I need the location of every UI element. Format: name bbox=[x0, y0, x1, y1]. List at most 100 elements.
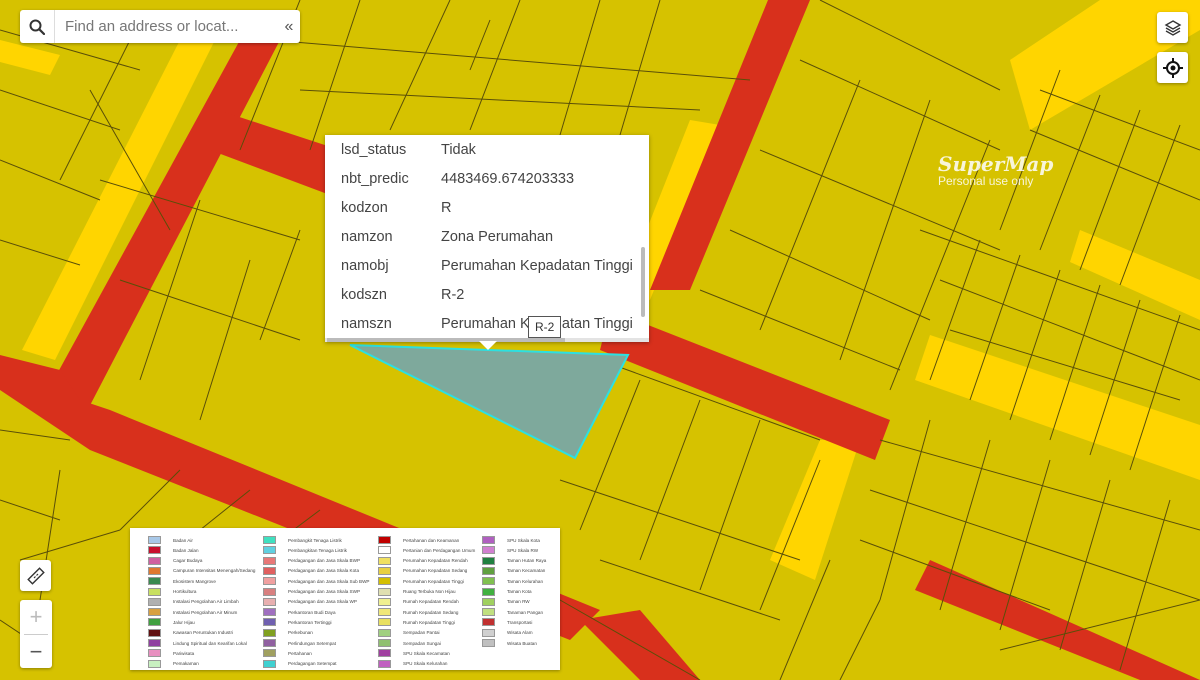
zoom-controls: + − bbox=[20, 600, 52, 668]
legend-label: Perdagangan dan Jasa Skala Sub BWP bbox=[288, 578, 370, 584]
legend-label: Perkantoran Tertinggi bbox=[288, 619, 332, 625]
legend-swatch bbox=[148, 618, 161, 627]
legend-label: Pertanian dan Perdagangan Umum bbox=[403, 547, 476, 553]
legend-swatch bbox=[482, 628, 495, 637]
popup-field-name: lsd_status bbox=[341, 141, 407, 158]
popup-row: namsznPerumahan Kepadatan Tinggi bbox=[325, 309, 649, 338]
legend-item: Rumah Kepadatan Sedang bbox=[378, 608, 459, 617]
legend-item: Rumah Kepadatan Rendah bbox=[378, 597, 459, 606]
legend-item: Wisata Buatan bbox=[482, 639, 537, 647]
legend-label: Pariwisata bbox=[173, 650, 195, 656]
legend-label: Pembangkit Tenaga Listrik bbox=[288, 537, 342, 543]
legend-swatch bbox=[482, 587, 495, 596]
legend-swatch bbox=[263, 659, 276, 668]
legend-label: Ekosistem Mangrove bbox=[173, 578, 216, 584]
popup-row: kodzon R bbox=[325, 193, 649, 222]
measure-button[interactable] bbox=[20, 560, 51, 591]
zoom-out-button[interactable]: − bbox=[20, 635, 52, 669]
legend-swatch bbox=[263, 608, 276, 617]
legend-item: Ruang Terbuka Non Hijau bbox=[378, 587, 456, 596]
popup-scroll-thumb[interactable] bbox=[327, 338, 565, 342]
legend-swatch bbox=[263, 649, 276, 658]
legend-item: Taman Hutan Raya bbox=[482, 556, 546, 565]
popup-scrollbar[interactable] bbox=[641, 247, 645, 317]
collapse-icon[interactable]: « bbox=[278, 18, 300, 36]
legend-item: Rumah Kepadatan Tinggi bbox=[378, 618, 455, 627]
search-input[interactable] bbox=[55, 12, 278, 41]
legend-swatch bbox=[378, 628, 391, 637]
legend-swatch bbox=[482, 618, 495, 627]
legend-swatch bbox=[482, 597, 495, 606]
legend-item: Transportasi bbox=[482, 618, 532, 627]
legend-label: Rumah Kepadatan Tinggi bbox=[403, 619, 455, 625]
legend-item: Perdagangan dan Jasa Skala Sub BWP bbox=[263, 577, 370, 586]
legend-item: Instalasi Pengolahan Air Limbah bbox=[148, 597, 239, 606]
legend-item: Perdagangan Setempat bbox=[263, 659, 337, 668]
legend-item: Lindung Spiritual dan Kearifan Lokal bbox=[148, 639, 247, 647]
legend-swatch bbox=[263, 546, 276, 555]
legend-label: Jalur Hijau bbox=[173, 619, 195, 625]
legend-items: Badan Air Badan Jalan Cagar Budaya Campuran… bbox=[130, 528, 560, 670]
legend-label: Tanaman Pangan bbox=[507, 609, 544, 615]
search-icon[interactable] bbox=[20, 10, 55, 43]
legend-swatch bbox=[148, 628, 161, 637]
legend-label: Perdagangan dan Jasa Skala BWP bbox=[288, 558, 361, 564]
legend-label: Perdagangan dan Jasa Skala Kota bbox=[288, 568, 360, 574]
legend-label: Perlindungan Setempat bbox=[288, 640, 337, 646]
legend-swatch bbox=[482, 566, 495, 575]
legend-swatch bbox=[482, 639, 495, 647]
legend-swatch bbox=[148, 597, 161, 606]
legend-swatch bbox=[263, 556, 276, 565]
legend-item: Tanaman Pangan bbox=[482, 608, 544, 617]
legend-label: Hortikultura bbox=[173, 589, 197, 594]
popup-attribute-list: lsd_status Tidak nbt_predic 4483469.6742033… bbox=[325, 135, 649, 338]
legend-swatch bbox=[263, 587, 276, 596]
popup-field-name: kodzon bbox=[341, 199, 388, 216]
legend-label: SPU Skala Kelurahan bbox=[403, 661, 448, 667]
legend-swatch bbox=[148, 566, 161, 575]
legend-swatch bbox=[148, 587, 161, 596]
legend-item: Ekosistem Mangrove bbox=[148, 577, 216, 586]
legend-swatch bbox=[378, 546, 391, 555]
legend-item: Taman Kelurahan bbox=[482, 577, 543, 586]
legend-label: Perdagangan Setempat bbox=[288, 661, 337, 667]
legend-swatch bbox=[482, 608, 495, 617]
ruler-icon bbox=[26, 566, 45, 585]
popup-row: lsd_status Tidak bbox=[325, 135, 649, 164]
legend-swatch bbox=[482, 577, 495, 586]
legend-swatch bbox=[148, 608, 161, 617]
legend-item: Jalur Hijau bbox=[148, 618, 195, 627]
popup-field-value: Perumahan Kepadatan Tinggi bbox=[441, 257, 633, 274]
legend-swatch bbox=[263, 577, 276, 586]
legend-label: SPU Skala RW bbox=[507, 547, 539, 553]
legend-item: Perkantoran Budi Daya bbox=[263, 608, 336, 617]
legend-swatch bbox=[378, 649, 391, 658]
locate-button[interactable] bbox=[1157, 52, 1188, 83]
popup-field-name: kodszn bbox=[341, 286, 387, 303]
legend-label: Sempadan Pantai bbox=[403, 630, 440, 636]
legend-label: Perkebunan bbox=[288, 630, 313, 636]
popup-field-value: Zona Perumahan bbox=[441, 228, 554, 245]
legend-item: Badan Air bbox=[148, 536, 193, 544]
legend-swatch bbox=[378, 608, 391, 617]
popup-field-name: namobj bbox=[341, 257, 389, 274]
legend-label: Rumah Kepadatan Sedang bbox=[403, 609, 459, 615]
feature-popup: lsd_status Tidak nbt_predic 4483469.6742033… bbox=[325, 135, 649, 342]
legend-item: Kawasan Peruntukan Industri bbox=[148, 628, 233, 637]
legend-item: Hortikultura bbox=[148, 587, 197, 596]
legend-label: Rumah Kepadatan Rendah bbox=[403, 599, 459, 605]
legend-label: Perdagangan dan Jasa Skala SWP bbox=[288, 589, 361, 594]
legend-label: Cagar Budaya bbox=[173, 558, 203, 564]
legend-label: Perumahan Kepadatan Rendah bbox=[403, 558, 468, 564]
legend-item: Cagar Budaya bbox=[148, 556, 203, 565]
legend-label: Instalasi Pengolahan Air Minum bbox=[173, 609, 238, 615]
legend-label: Badan Jalan bbox=[173, 547, 199, 553]
layers-button[interactable] bbox=[1157, 12, 1188, 43]
popup-row: nbt_predic 4483469.674203333 bbox=[325, 164, 649, 193]
parcel-tooltip: R-2 bbox=[528, 316, 562, 338]
legend-label: Taman Kota bbox=[507, 589, 532, 594]
zoom-in-button[interactable]: + bbox=[20, 600, 52, 634]
legend-label: Pertahanan dan Keamanan bbox=[403, 537, 460, 543]
legend-item: Pembangkit Tenaga Listrik bbox=[263, 536, 342, 544]
locate-icon bbox=[1162, 57, 1183, 78]
